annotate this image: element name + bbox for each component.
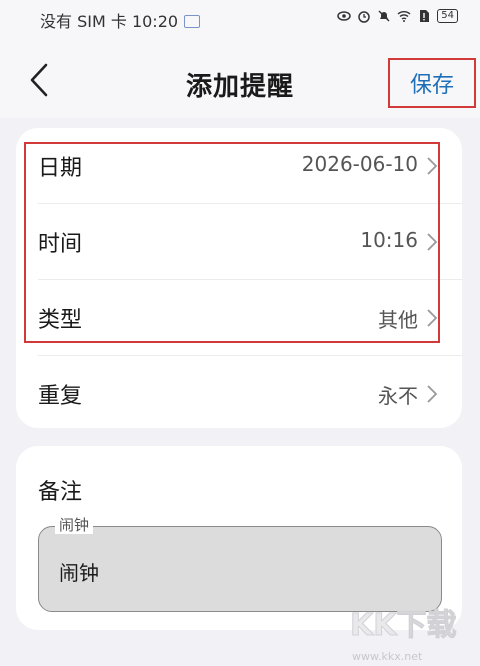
time-value: 10:16 xyxy=(360,228,418,252)
alarm-icon xyxy=(358,11,371,23)
type-value: 其他 xyxy=(378,308,418,332)
chevron-right-icon xyxy=(427,233,438,251)
mail-icon xyxy=(184,15,201,28)
watermark-url: www.kkx.net xyxy=(352,650,423,663)
chevron-right-icon xyxy=(427,309,438,327)
note-value: 闹钟 xyxy=(59,561,99,585)
nav-header: 添加提醒 保存 xyxy=(0,36,480,118)
chevron-right-icon xyxy=(427,157,438,175)
row-date[interactable]: 日期 2026-06-10 xyxy=(16,128,462,203)
repeat-value: 永不 xyxy=(378,384,418,408)
row-time[interactable]: 时间 10:16 xyxy=(16,204,462,279)
row-repeat[interactable]: 重复 永不 xyxy=(16,356,462,431)
battery-icon: 54 xyxy=(437,9,458,23)
save-button[interactable]: 保存 xyxy=(388,58,476,108)
status-bar: 没有 SIM 卡 10:20 54 xyxy=(0,0,480,36)
status-icons: 54 xyxy=(337,9,458,23)
status-left: 没有 SIM 卡 10:20 xyxy=(40,8,201,32)
repeat-label: 重复 xyxy=(38,384,83,409)
note-field-label: 闹钟 xyxy=(55,516,94,534)
watermark-brand: KK下载 xyxy=(350,608,457,644)
row-type[interactable]: 类型 其他 xyxy=(16,280,462,355)
chevron-right-icon xyxy=(427,385,438,403)
type-label: 类型 xyxy=(38,308,83,333)
sim-alert-icon xyxy=(420,10,430,22)
time-label: 时间 xyxy=(38,232,83,257)
watermark-logo: KK下载 www.kkx.net xyxy=(340,600,460,664)
eye-icon xyxy=(337,11,352,21)
date-label: 日期 xyxy=(38,156,83,181)
date-value: 2026-06-10 xyxy=(301,152,418,176)
settings-card: 日期 2026-06-10 时间 10:16 类型 其他 重复 永不 xyxy=(16,128,462,428)
wifi-icon xyxy=(397,11,411,22)
mute-icon xyxy=(378,10,390,22)
note-title: 备注 xyxy=(38,480,83,505)
status-text: 没有 SIM 卡 10:20 xyxy=(40,12,179,31)
